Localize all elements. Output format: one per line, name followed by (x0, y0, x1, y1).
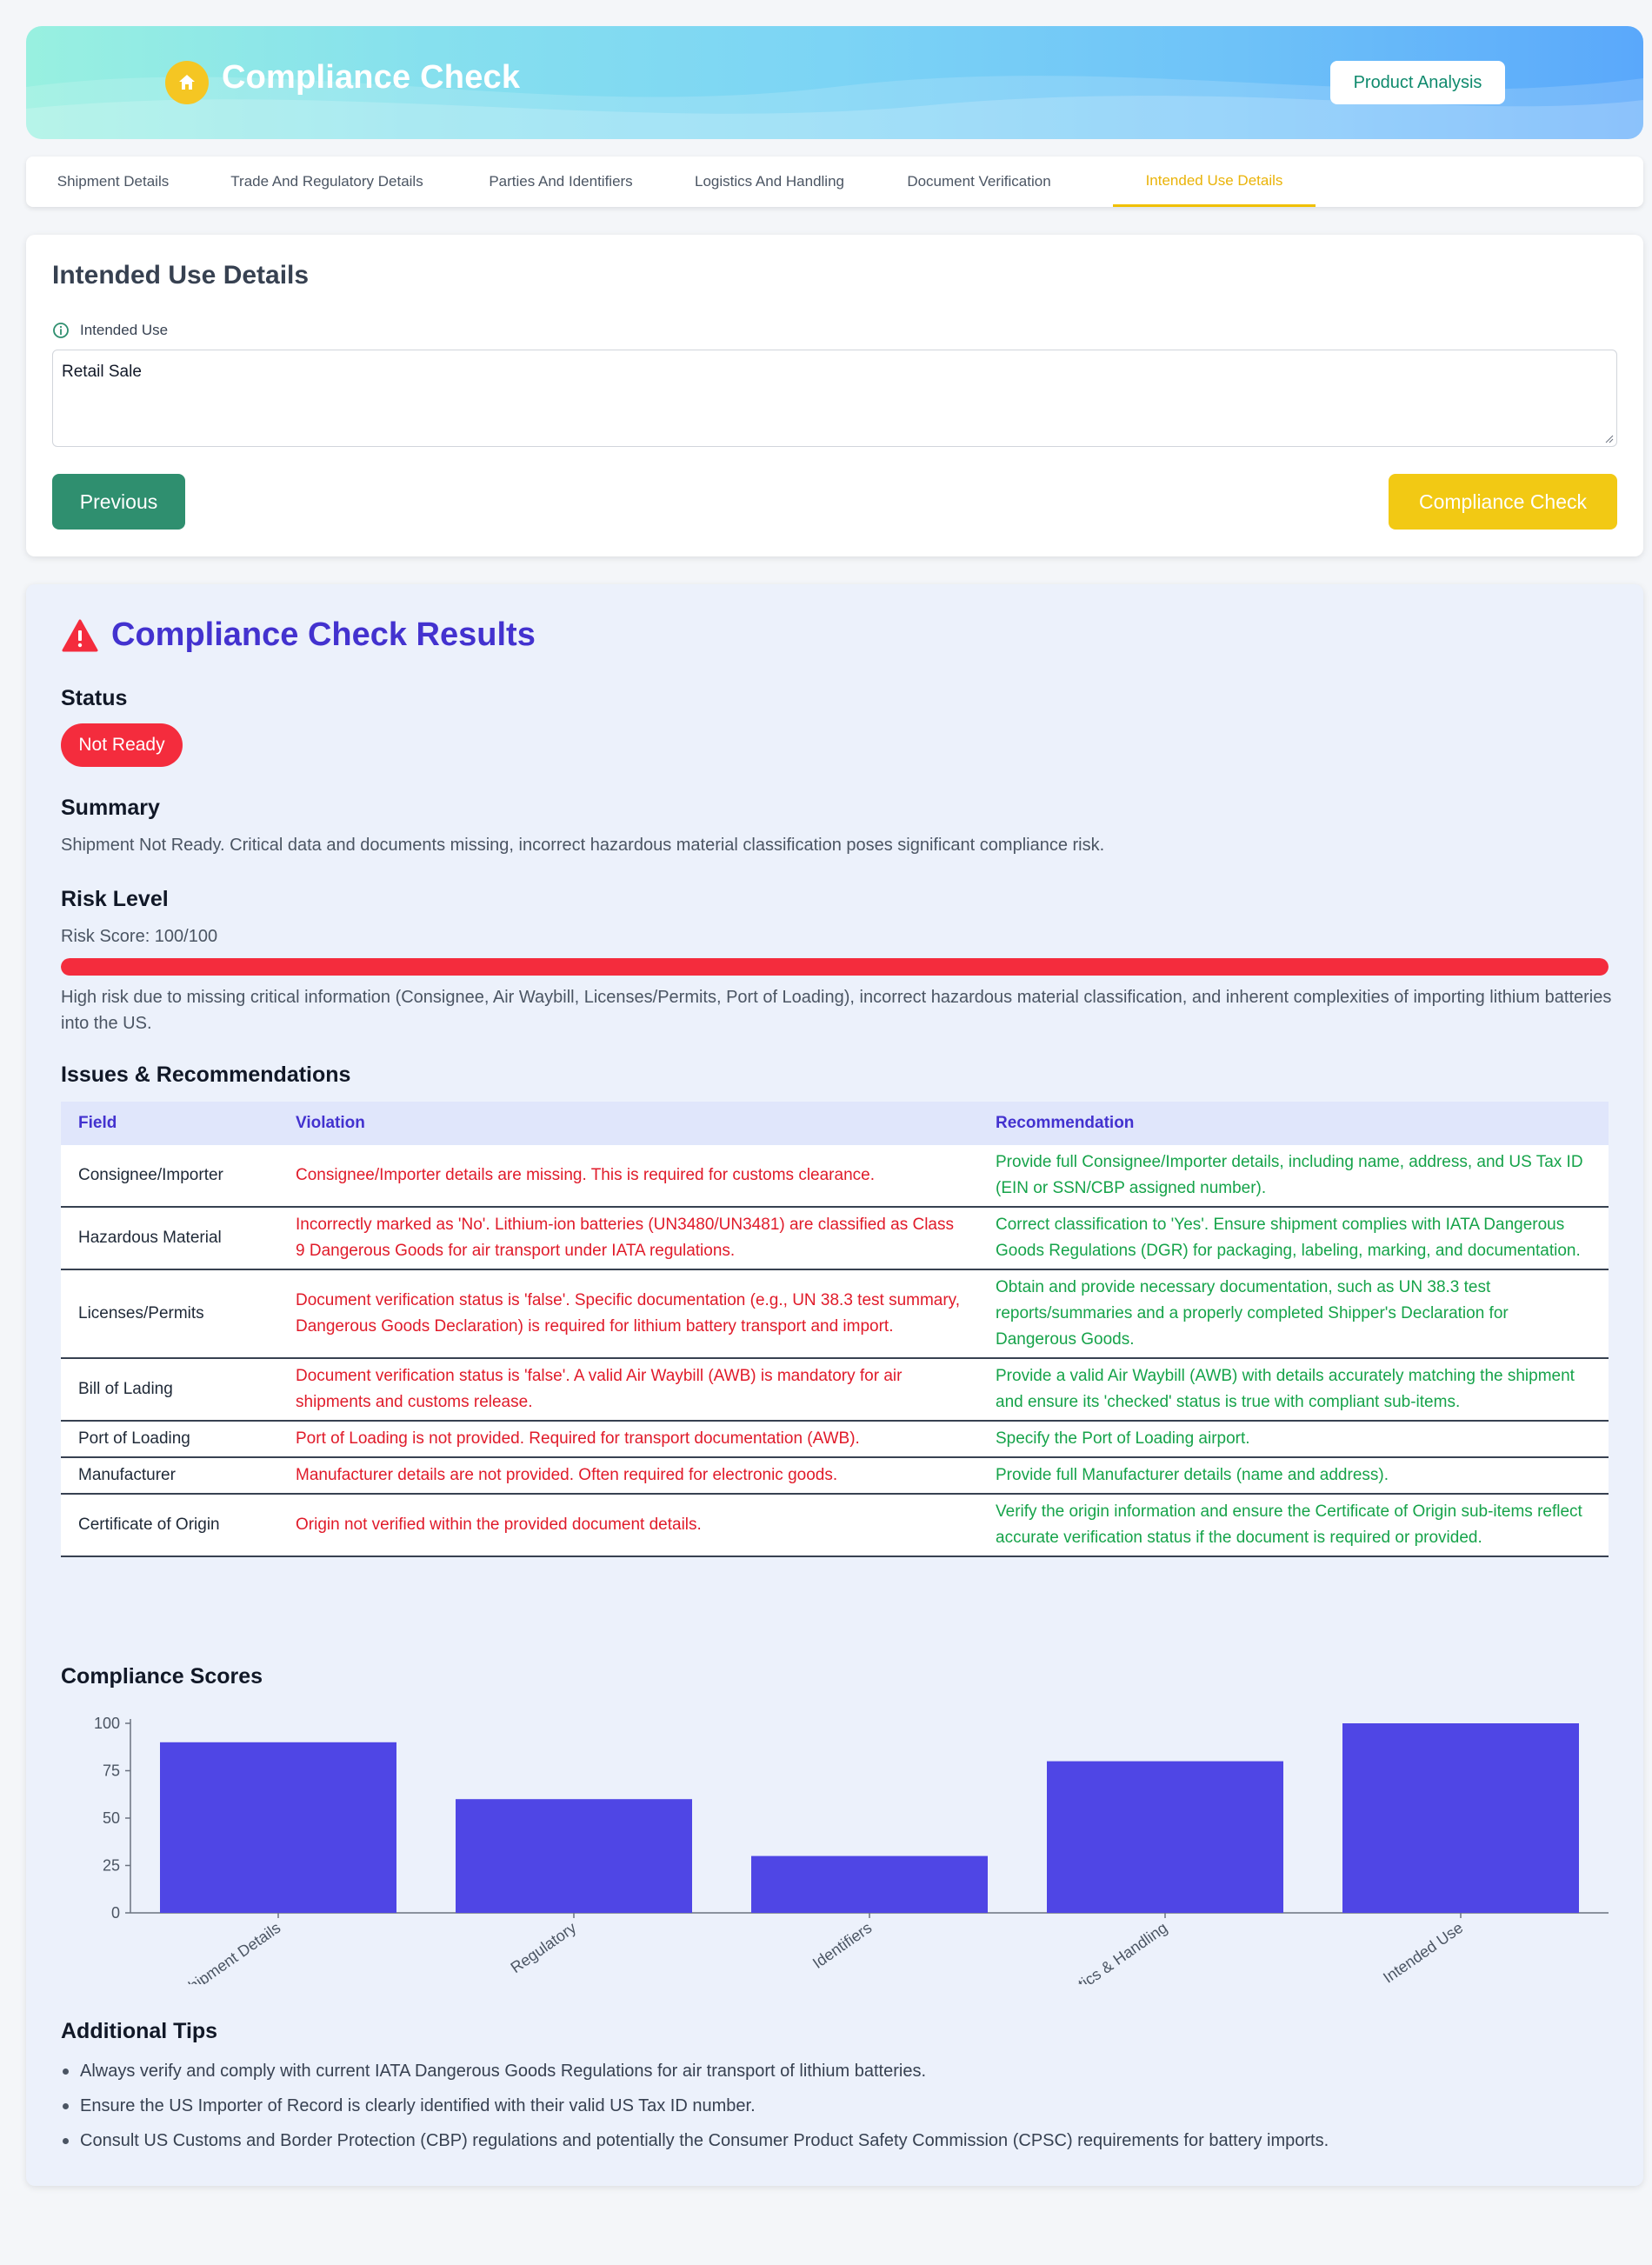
bar-5 (1342, 1723, 1579, 1913)
issue-violation-cell: Origin not verified within the provided … (278, 1494, 978, 1557)
bar-2 (456, 1799, 692, 1913)
results-header: Compliance Check Results (61, 616, 536, 654)
column-header-field: Field (61, 1102, 278, 1145)
risk-score-bar-fill (61, 958, 1609, 976)
column-header-violation: Violation (278, 1102, 978, 1145)
app-title: Compliance Check (222, 59, 521, 96)
issue-field-cell: Certificate of Origin (61, 1494, 278, 1557)
tip-item: Consult US Customs and Border Protection… (61, 2123, 1617, 2158)
previous-button[interactable]: Previous (52, 474, 185, 530)
tip-text: Consult US Customs and Border Protection… (80, 2131, 1329, 2150)
issue-recommendation-cell: Obtain and provide necessary documentati… (978, 1269, 1609, 1359)
y-tick-label: 0 (111, 1904, 120, 1922)
risk-description: High risk due to missing critical inform… (61, 988, 1612, 1033)
x-tick-label: Regulatory (508, 1919, 580, 1976)
x-tick-label: Intended Use (1380, 1919, 1466, 1987)
results-panel: Compliance Check Results Status Not Read… (26, 584, 1643, 2186)
bar-3 (751, 1855, 988, 1913)
issue-recommendation-cell: Provide full Consignee/Importer details,… (978, 1145, 1609, 1208)
issue-field-cell: Licenses/Permits (61, 1269, 278, 1359)
bullet-icon (63, 2138, 69, 2144)
issue-field-cell: Hazardous Material (61, 1207, 278, 1270)
tab-trade-regulatory-details[interactable]: Trade And Regulatory Details (200, 157, 454, 207)
table-row: Hazardous Material Incorrectly marked as … (61, 1207, 1609, 1270)
issue-recommendation-cell: Provide full Manufacturer details (name … (978, 1457, 1609, 1495)
x-tick-label: Logistics & Handling (1044, 1919, 1170, 2010)
bullet-icon (63, 2068, 69, 2075)
table-row: Manufacturer Manufacturer details are not… (61, 1457, 1609, 1495)
table-row: Consignee/Importer Consignee/Importer det… (61, 1145, 1609, 1208)
tab-document-verification[interactable]: Document Verification (871, 157, 1087, 207)
risk-score-bar (61, 958, 1609, 976)
status-heading: Status (61, 686, 128, 710)
tip-text: Always verify and comply with current IA… (80, 2062, 927, 2081)
risk-level-heading: Risk Level (61, 887, 169, 911)
tip-item: Always verify and comply with current IA… (61, 2054, 1617, 2088)
warning-icon (62, 619, 98, 651)
issue-field-cell: Consignee/Importer (61, 1145, 278, 1208)
issue-violation-cell: Incorrectly marked as 'No'. Lithium-ion … (278, 1207, 978, 1270)
card-title: Intended Use Details (52, 261, 310, 290)
x-tick-label: Identifiers (809, 1919, 875, 1972)
info-icon (53, 323, 69, 338)
issues-table: Field Violation Recommendation Consignee… (61, 1102, 1609, 1557)
resize-handle-icon[interactable] (1603, 433, 1614, 443)
tab-parties-identifiers[interactable]: Parties And Identifiers (454, 157, 668, 207)
bar-chart-svg: 0 25 50 75 100 Shipment Details Regulatory Iden… (94, 1715, 1609, 2010)
app-header: Compliance Check Product Analysis (26, 26, 1643, 139)
table-row: Port of Loading Port of Loading is not pr… (61, 1421, 1609, 1458)
table-row: Certificate of Origin Origin not verified… (61, 1494, 1609, 1557)
intended-use-value: Retail Sale (62, 363, 142, 381)
y-tick-label: 25 (103, 1857, 120, 1875)
issue-violation-cell: Document verification status is 'false'.… (278, 1358, 978, 1422)
y-tick-label: 50 (103, 1809, 120, 1827)
issue-violation-cell: Document verification status is 'false'.… (278, 1269, 978, 1359)
tab-intended-use-details[interactable]: Intended Use Details (1113, 157, 1316, 207)
tab-shipment-details[interactable]: Shipment Details (26, 157, 200, 207)
issue-recommendation-cell: Correct classification to 'Yes'. Ensure … (978, 1207, 1609, 1270)
issue-violation-cell: Consignee/Importer details are missing. … (278, 1145, 978, 1208)
additional-tips-heading: Additional Tips (61, 2019, 218, 2043)
issue-recommendation-cell: Verify the origin information and ensure… (978, 1494, 1609, 1557)
compliance-scores-heading: Compliance Scores (61, 1664, 263, 1689)
intended-use-label-text: Intended Use (80, 322, 169, 338)
y-tick-label: 100 (94, 1715, 120, 1732)
results-title: Compliance Check Results (111, 616, 536, 653)
column-header-recommendation: Recommendation (978, 1102, 1609, 1145)
tab-logistics-handling[interactable]: Logistics And Handling (668, 157, 871, 207)
summary-text: Shipment Not Ready. Critical data and do… (61, 836, 1105, 855)
tip-item: Ensure the US Importer of Record is clea… (61, 2088, 1617, 2123)
issues-table-body: Consignee/Importer Consignee/Importer det… (61, 1145, 1609, 1557)
intended-use-label: Intended Use (52, 322, 168, 339)
status-badge: Not Ready (61, 723, 183, 767)
tips-list: Always verify and comply with current IA… (61, 2054, 1617, 2158)
intended-use-textarea[interactable]: Retail Sale (52, 350, 1617, 447)
issue-violation-cell: Manufacturer details are not provided. O… (278, 1457, 978, 1495)
table-header-row: Field Violation Recommendation (61, 1102, 1609, 1145)
issue-field-cell: Manufacturer (61, 1457, 278, 1495)
x-tick-labels: Shipment Details Regulatory Identifiers Log… (177, 1919, 1466, 2010)
table-row: Bill of Lading Document verification stat… (61, 1358, 1609, 1422)
issue-field-cell: Bill of Lading (61, 1358, 278, 1422)
compliance-scores-chart: 0 25 50 75 100 Shipment Details Regulatory Iden… (26, 1706, 1643, 2010)
tip-text: Ensure the US Importer of Record is clea… (80, 2096, 756, 2115)
summary-heading: Summary (61, 796, 160, 820)
step-tabs: Shipment Details Trade And Regulatory De… (26, 157, 1643, 207)
risk-score-text: Risk Score: 100/100 (61, 927, 218, 946)
product-analysis-button[interactable]: Product Analysis (1330, 61, 1505, 104)
issue-recommendation-cell: Specify the Port of Loading airport. (978, 1421, 1609, 1458)
x-tick-label: Shipment Details (177, 1919, 283, 2001)
issue-recommendation-cell: Provide a valid Air Waybill (AWB) with d… (978, 1358, 1609, 1422)
bullet-icon (63, 2103, 69, 2109)
issue-violation-cell: Port of Loading is not provided. Require… (278, 1421, 978, 1458)
table-row: Licenses/Permits Document verification st… (61, 1269, 1609, 1359)
home-icon[interactable] (165, 61, 209, 104)
issue-field-cell: Port of Loading (61, 1421, 278, 1458)
compliance-check-button[interactable]: Compliance Check (1389, 474, 1617, 530)
bar-4 (1047, 1761, 1283, 1913)
bar-1 (160, 1742, 396, 1913)
y-tick-label: 75 (103, 1762, 120, 1780)
intended-use-card: Intended Use Details Intended Use Retail… (26, 235, 1643, 556)
issues-heading: Issues & Recommendations (61, 1063, 351, 1087)
